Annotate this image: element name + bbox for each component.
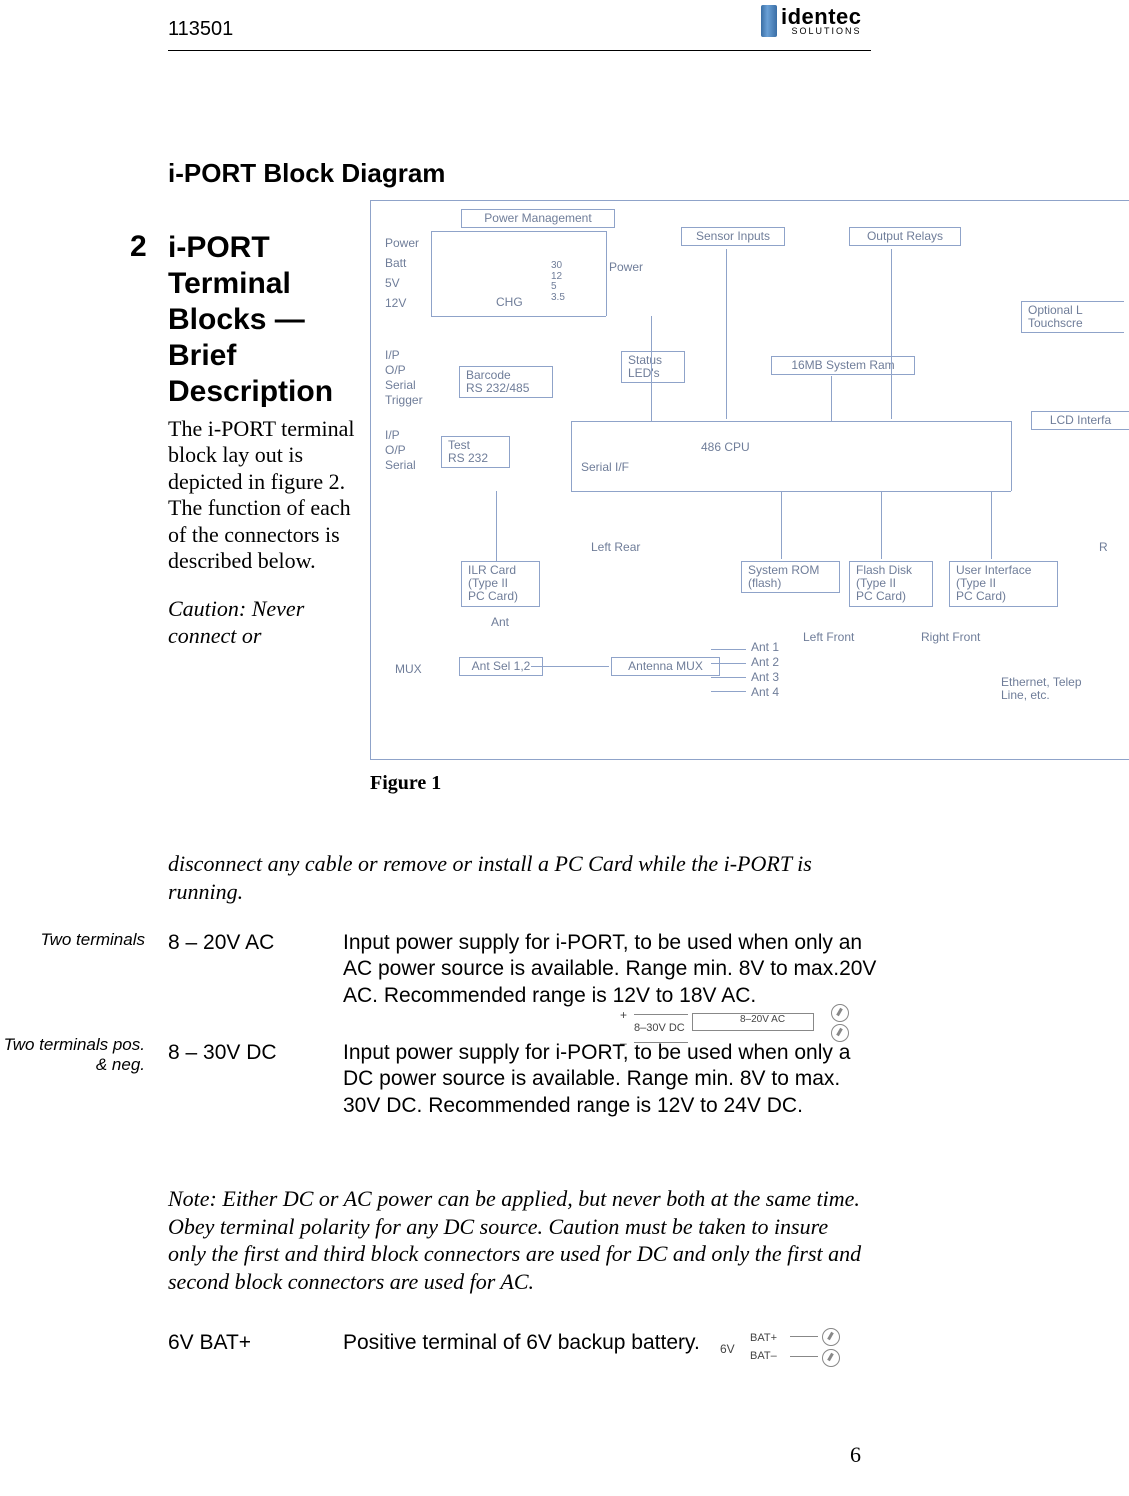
diag-12v-label: 12V (385, 297, 406, 310)
diag-ant4: Ant 4 (751, 686, 779, 699)
block-diagram: Power Management Sensor Inputs Output Re… (370, 200, 1129, 760)
minus-label: – (620, 1036, 627, 1050)
diag-left-front: Left Front (803, 631, 854, 644)
diag-user-if: User Interface (Type II PC Card) (949, 561, 1058, 607)
diag-ant-mux: Antenna MUX (611, 657, 720, 676)
diag-power-label: Power (385, 237, 419, 250)
diag-ram: 16MB System Ram (771, 356, 915, 375)
chapter-number: 2 (130, 230, 147, 264)
diag-batt-label: Batt (385, 257, 406, 270)
logo-top: identec (781, 7, 862, 27)
diag-serial: Serial (385, 379, 416, 392)
diag-chg-label: CHG (496, 296, 523, 309)
diag-mux: MUX (395, 663, 422, 676)
diag-output-relays: Output Relays (849, 227, 961, 246)
diag-op2: O/P (385, 444, 406, 457)
mini-diagram-power: + – 8–30V DC 8–20V AC (620, 1002, 880, 1062)
diag-chg-values: 30 12 5 3.5 (551, 261, 565, 303)
diag-sys-rom: System ROM (flash) (741, 561, 840, 593)
diag-ip: I/P (385, 349, 400, 362)
diag-5v-label: 5V (385, 277, 400, 290)
section-title: i-PORT Block Diagram (168, 158, 445, 189)
doc-number: 113501 (168, 18, 233, 41)
diag-ant3: Ant 3 (751, 671, 779, 684)
intro-paragraph: The i-PORT terminal block lay out is dep… (168, 416, 368, 574)
figure-caption: Figure 1 (370, 772, 441, 795)
dc-range: 8–30V DC (634, 1022, 685, 1034)
chapter-title: i-PORT Terminal Blocks — Brief Descripti… (168, 230, 368, 649)
spec-label-dc: 8 – 30V DC (168, 1040, 343, 1119)
spec-label-ac: 8 – 20V AC (168, 930, 343, 1009)
ac-range: 8–20V AC (740, 1014, 785, 1025)
diag-serial2: Serial (385, 459, 416, 472)
bat-plus: BAT+ (750, 1332, 777, 1344)
diag-barcode: Barcode RS 232/485 (459, 366, 553, 398)
header-rule (168, 50, 871, 51)
diag-left-rear: Left Rear (591, 541, 640, 554)
logo-icon (761, 5, 777, 37)
diag-ilr-card: ILR Card (Type II PC Card) (461, 561, 540, 607)
diag-r: R (1099, 541, 1108, 554)
bat-6v: 6V (720, 1342, 735, 1356)
diag-lcd: LCD Interfa (1031, 411, 1129, 430)
diag-ant2: Ant 2 (751, 656, 779, 669)
diag-flash-disk: Flash Disk (Type II PC Card) (849, 561, 933, 607)
logo: identec SOLUTIONS (761, 2, 871, 40)
diag-trigger: Trigger (385, 394, 423, 407)
diag-test-rs: Test RS 232 (441, 436, 510, 468)
logo-text: identec SOLUTIONS (781, 7, 862, 35)
page: 113501 identec SOLUTIONS i-PORT Block Di… (0, 0, 1129, 1496)
plus-label: + (620, 1008, 627, 1022)
spec-desc-bat: Positive terminal of 6V backup battery. (343, 1330, 763, 1356)
diag-power2-label: Power (609, 261, 643, 274)
margin-note-1: Two terminals (0, 930, 145, 950)
chapter-title-text: i-PORT Terminal Blocks — Brief Descripti… (168, 231, 333, 408)
diag-op: O/P (385, 364, 406, 377)
spec-label-bat: 6V BAT+ (168, 1330, 343, 1356)
caution-start: Caution: Never connect or (168, 596, 368, 649)
diag-serial-if: Serial I/F (581, 461, 629, 474)
page-number: 6 (850, 1442, 861, 1468)
bat-minus: BAT– (750, 1350, 777, 1362)
diag-cpu: 486 CPU (701, 441, 750, 454)
margin-note-2: Two terminals pos. & neg. (0, 1035, 145, 1074)
diag-ip2: I/P (385, 429, 400, 442)
diag-ethernet: Ethernet, Telep Line, etc. (1001, 676, 1082, 701)
spec-desc-ac: Input power supply for i-PORT, to be use… (343, 930, 878, 1009)
diag-optional: Optional L Touchscre (1021, 301, 1124, 333)
diag-status-leds: Status LED's (621, 351, 685, 383)
diag-right-front: Right Front (921, 631, 980, 644)
diag-sensor-inputs: Sensor Inputs (681, 227, 785, 246)
logo-bottom: SOLUTIONS (781, 27, 862, 35)
diag-power-mgmt: Power Management (461, 209, 615, 228)
spec-row-ac: 8 – 20V AC Input power supply for i-PORT… (168, 930, 878, 1009)
caution-continued: disconnect any cable or remove or instal… (168, 850, 868, 905)
diag-ant1: Ant 1 (751, 641, 779, 654)
diag-ant: Ant (491, 616, 509, 629)
spec-row-bat: 6V BAT+ Positive terminal of 6V backup b… (168, 1330, 763, 1356)
note-block: Note: Either DC or AC power can be appli… (168, 1185, 868, 1295)
mini-diagram-bat: 6V BAT+ BAT– (720, 1328, 890, 1373)
